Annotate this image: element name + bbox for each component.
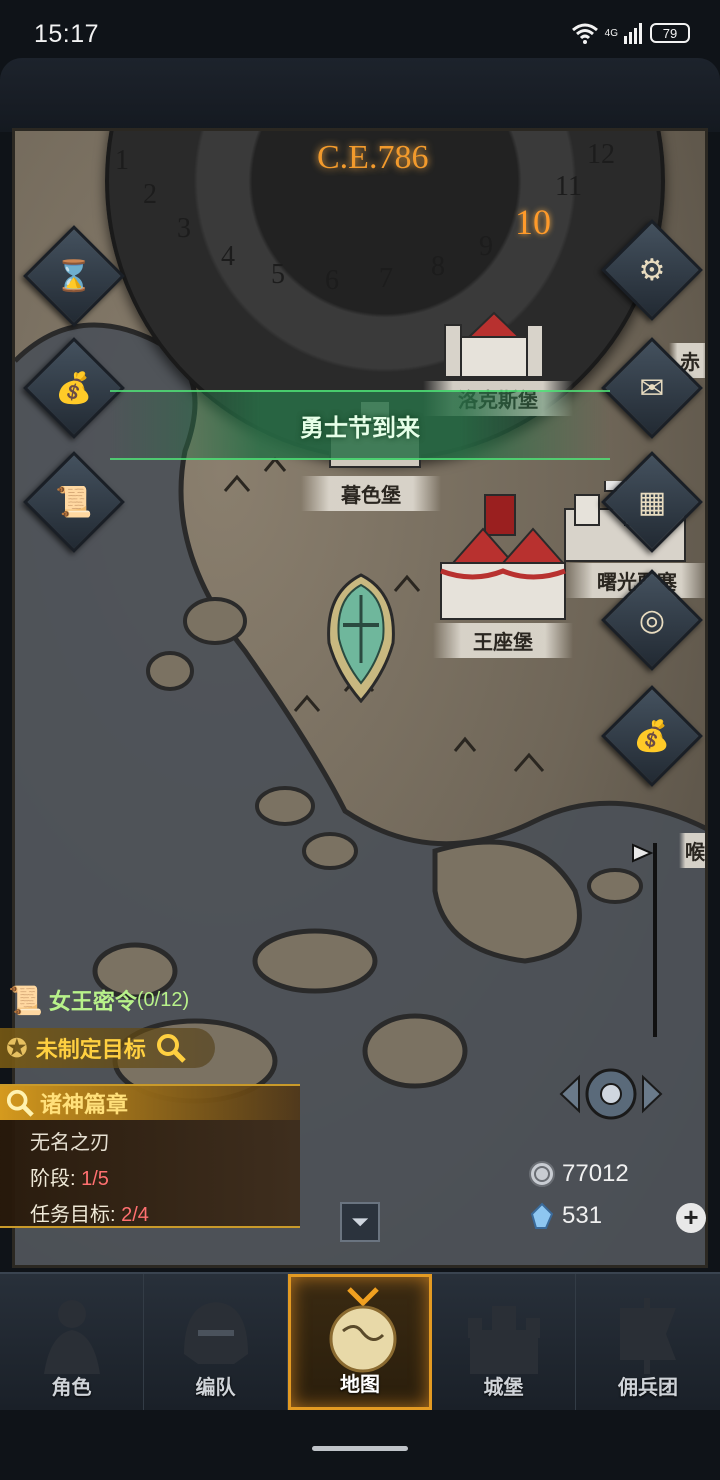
home-indicator[interactable] — [312, 1446, 408, 1451]
castle-throne[interactable] — [433, 493, 573, 628]
map-zoom-slider[interactable] — [631, 843, 657, 1037]
royal-order-label: 女王密令 — [48, 989, 137, 1014]
hero-marker[interactable] — [325, 573, 397, 708]
silver-coin-icon — [529, 1161, 555, 1187]
task-label: 任务目标: — [30, 1204, 116, 1226]
month-5: 5 — [271, 259, 285, 290]
stage-label: 阶段: — [30, 1168, 76, 1190]
helmet-icon — [184, 1302, 248, 1364]
collapse-button[interactable]: ⏷ — [340, 1202, 380, 1242]
month-4: 4 — [221, 241, 235, 272]
royal-order-quest[interactable]: 📜 女王密令 (0/12) — [0, 980, 189, 1020]
search-icon — [6, 1089, 34, 1117]
crystal-icon — [530, 1202, 554, 1229]
chapter-task: 任务目标: 2/4 — [30, 1198, 149, 1227]
silver-amount: 77012 — [562, 1160, 629, 1187]
month-8: 8 — [431, 251, 445, 282]
month-7: 7 — [379, 263, 393, 294]
month-10-current: 10 — [515, 202, 551, 242]
month-1: 1 — [115, 145, 129, 176]
tab-label: 角色 — [51, 1377, 92, 1399]
castle-icon — [468, 1306, 540, 1374]
knight-icon — [44, 1300, 100, 1374]
crosshair-icon — [559, 1068, 663, 1120]
banner-icon — [620, 1298, 676, 1374]
tab-character[interactable]: 角色 — [0, 1274, 144, 1410]
money-bag-icon: 💰 — [55, 371, 93, 405]
crystal-currency: 531 — [528, 1202, 602, 1230]
globe-icon — [329, 1287, 397, 1373]
month-11: 11 — [555, 171, 582, 202]
scroll-icon: 📜 — [8, 984, 43, 1016]
month-3: 3 — [177, 213, 191, 244]
town-label: 喉 — [679, 833, 705, 868]
tab-label: 城堡 — [483, 1377, 524, 1399]
hourglass-icon: ⌛ — [55, 259, 93, 293]
month-12: 12 — [587, 139, 615, 170]
stage-value: 1/5 — [81, 1168, 109, 1190]
tab-label: 佣兵团 — [618, 1377, 678, 1399]
month-2: 2 — [143, 179, 157, 210]
royal-order-count: (0/12) — [136, 988, 190, 1011]
chevron-down-icon: ⏷ — [351, 1209, 369, 1234]
chapter-stage: 阶段: 1/5 — [30, 1162, 109, 1191]
tab-label: 编队 — [195, 1377, 236, 1399]
add-currency-button[interactable]: + — [676, 1203, 706, 1233]
bottom-nav: 角色 编队 地图 城堡 佣兵团 — [0, 1272, 720, 1410]
event-banner[interactable]: 勇士节到来 — [110, 390, 610, 460]
status-time: 15:17 — [34, 20, 100, 48]
scroll-icon: 📜 — [55, 485, 93, 519]
tab-mercenary[interactable]: 佣兵团 — [576, 1274, 720, 1410]
castle-lockes[interactable] — [439, 301, 549, 386]
castle-icon — [440, 494, 566, 620]
chapter-title: 诸神篇章 — [40, 1092, 129, 1117]
tab-castle[interactable]: 城堡 — [432, 1274, 576, 1410]
goal-label: 未制定目标 — [35, 1037, 146, 1062]
castle-icon — [444, 311, 544, 378]
battery-icon: 79 — [650, 23, 690, 43]
event-banner-text: 勇士节到来 — [300, 414, 420, 442]
town-label: 暮色堡 — [301, 476, 441, 511]
tab-map[interactable]: 地图 — [288, 1274, 432, 1410]
silver-currency: 77012 — [528, 1160, 629, 1188]
chapter-panel[interactable]: 诸神篇章 无名之刃 阶段: 1/5 任务目标: 2/4 — [0, 1084, 300, 1228]
knight-helmet-icon — [327, 573, 395, 704]
status-icons: 4G 79 — [571, 22, 690, 44]
wifi-icon — [571, 23, 598, 44]
chapter-subtitle: 无名之刃 — [30, 1132, 110, 1154]
goal-quest[interactable]: ✪ 未制定目标 — [0, 1028, 215, 1068]
crystal-amount: 531 — [562, 1202, 603, 1229]
coin-icon: ◎ — [638, 603, 666, 637]
signal-icon — [624, 23, 642, 44]
battery-level: 79 — [662, 25, 678, 41]
mail-icon: ✉ — [639, 371, 665, 405]
home-bar — [0, 1410, 720, 1480]
era-label: C.E.786 — [317, 139, 429, 176]
top-frame — [0, 58, 720, 132]
chapter-header: 诸神篇章 — [0, 1086, 300, 1120]
town-label: 王座堡 — [433, 623, 573, 658]
tab-formation[interactable]: 编队 — [144, 1274, 288, 1410]
gear-icon: ⚙ — [638, 253, 666, 287]
locate-button[interactable] — [559, 1061, 663, 1127]
flag-icon — [632, 843, 654, 863]
task-value: 2/4 — [121, 1204, 149, 1226]
month-6: 6 — [325, 265, 339, 296]
month-9: 9 — [479, 231, 493, 262]
network-label: 4G — [604, 27, 618, 39]
formation-icon: ▦ — [637, 485, 667, 519]
target-icon: ✪ — [6, 1032, 28, 1063]
treasure-bags-icon: 💰 — [633, 719, 671, 753]
search-icon[interactable] — [156, 1033, 186, 1063]
